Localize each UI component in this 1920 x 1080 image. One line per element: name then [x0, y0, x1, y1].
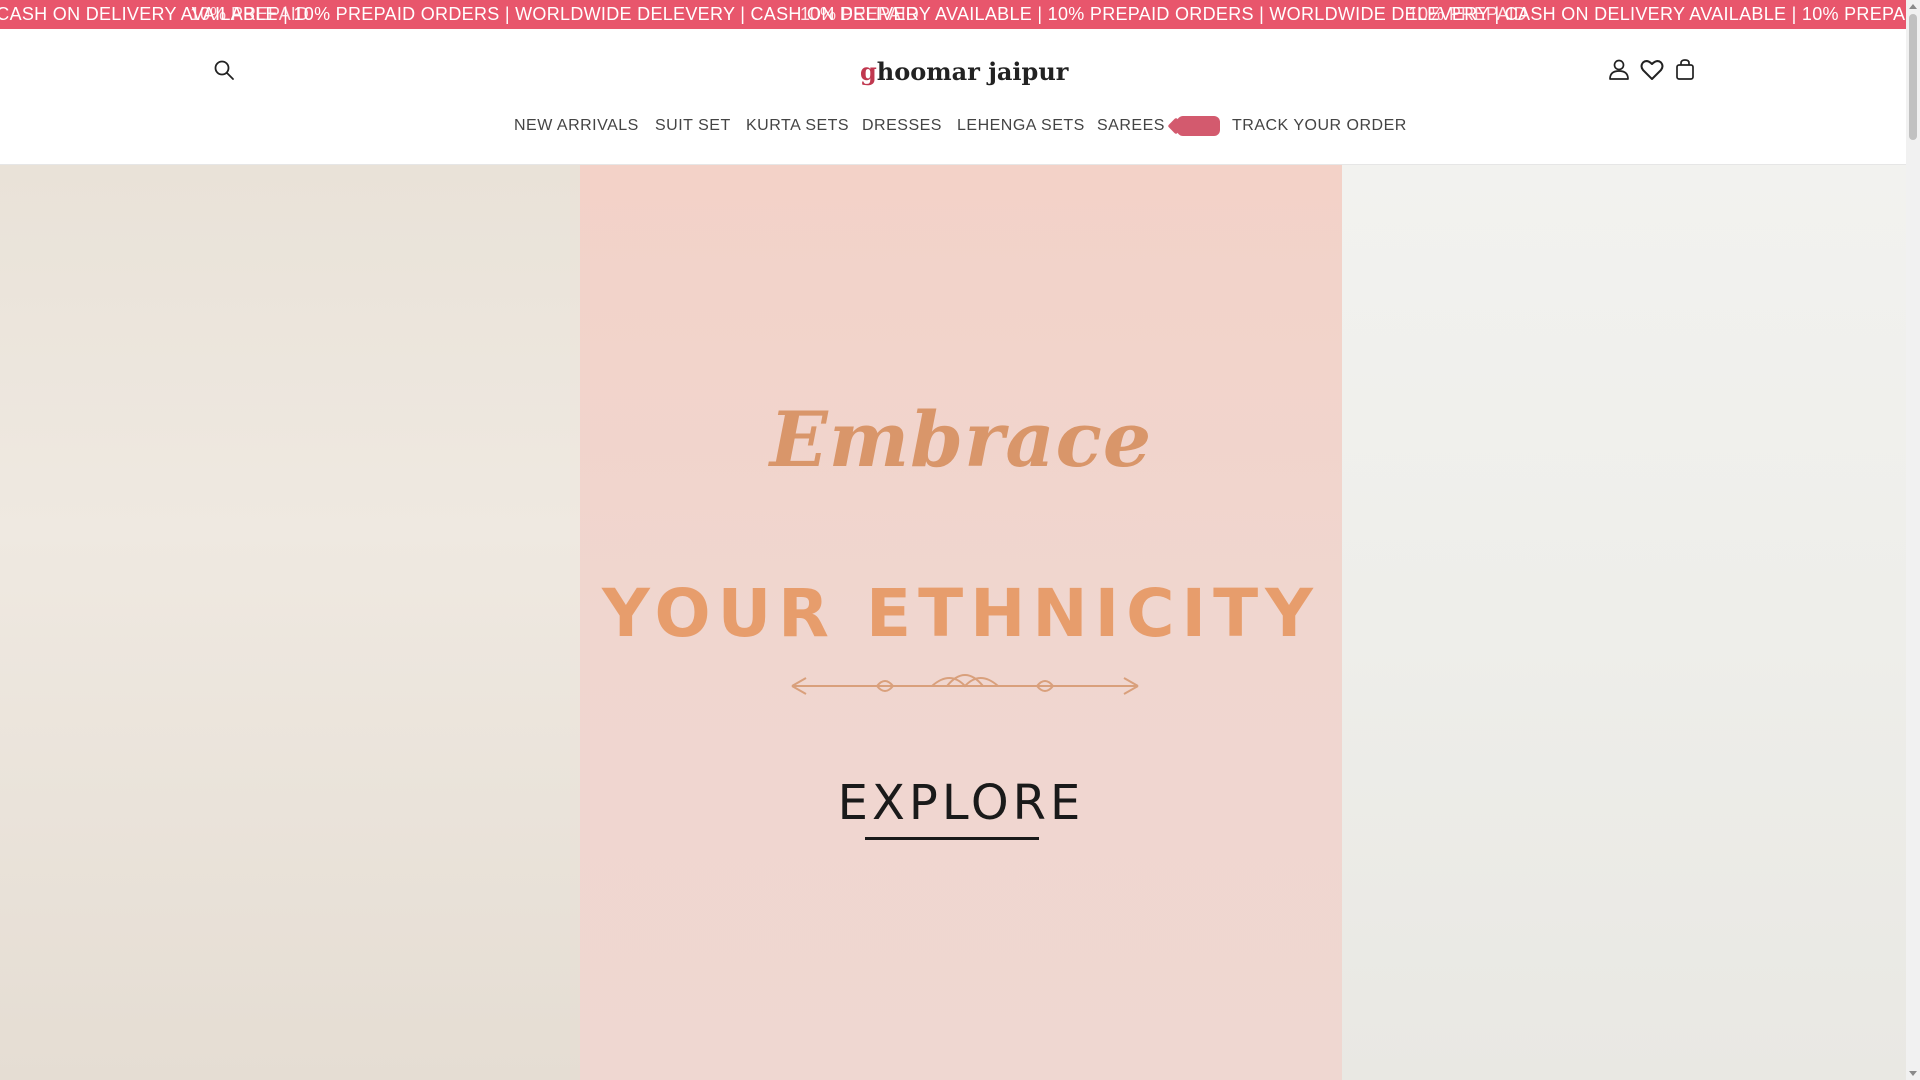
nav-item-sarees[interactable]: SAREES	[1097, 111, 1165, 141]
explore-underline	[865, 837, 1039, 840]
search-icon[interactable]	[212, 58, 236, 82]
explore-button[interactable]: EXPLORE	[580, 775, 1342, 831]
nav-item-suit-set[interactable]: SUIT SET	[655, 111, 731, 141]
tag-icon	[1177, 116, 1220, 136]
announcement-overlay: 10% PREPAID	[800, 4, 919, 24]
scroll-down-icon[interactable]	[1909, 1071, 1917, 1076]
nav-item-lehenga-sets[interactable]: LEHENGA SETS	[957, 111, 1085, 141]
user-icon[interactable]	[1606, 57, 1632, 83]
logo-text: hoomar jaipur	[876, 57, 1069, 86]
announcement-overlay: 10% PREPAID	[190, 4, 309, 24]
nav-item-dresses[interactable]: DRESSES	[862, 111, 942, 141]
cart-icon[interactable]	[1672, 57, 1698, 83]
announcement-overlay: 10% PREPAID	[1408, 4, 1527, 24]
announcement-bar: | CASH ON DELIVERY AVAILABLE | 10% PREPA…	[0, 0, 1906, 29]
nav-item-new-arrivals[interactable]: NEW ARRIVALS	[514, 111, 639, 141]
hero-model-image-left	[0, 165, 580, 1080]
hero-model-image-right	[1342, 165, 1906, 1080]
nav-item-track-order[interactable]: TRACK YOUR ORDER	[1232, 111, 1407, 141]
scroll-up-icon[interactable]	[1909, 4, 1917, 9]
main-nav: NEW ARRIVALS SUIT SET KURTA SETS DRESSES…	[0, 111, 1906, 141]
hero-main-headline: YOUR ETHNICITY	[602, 575, 1320, 652]
flourish-ornament-icon	[791, 674, 1139, 695]
brand-logo[interactable]: ghoomar jaipur	[860, 52, 1068, 92]
logo-initial: g	[860, 57, 877, 86]
site-header: ghoomar jaipur NEW ARRIVALS SUIT SET KUR…	[0, 29, 1906, 165]
scrollbar-thumb[interactable]	[1909, 14, 1917, 140]
page-scrollbar[interactable]	[1906, 0, 1920, 1080]
hero-script-headline: Embrace	[769, 395, 1153, 484]
nav-item-kurta-sets[interactable]: KURTA SETS	[746, 111, 849, 141]
heart-icon[interactable]	[1639, 57, 1665, 83]
